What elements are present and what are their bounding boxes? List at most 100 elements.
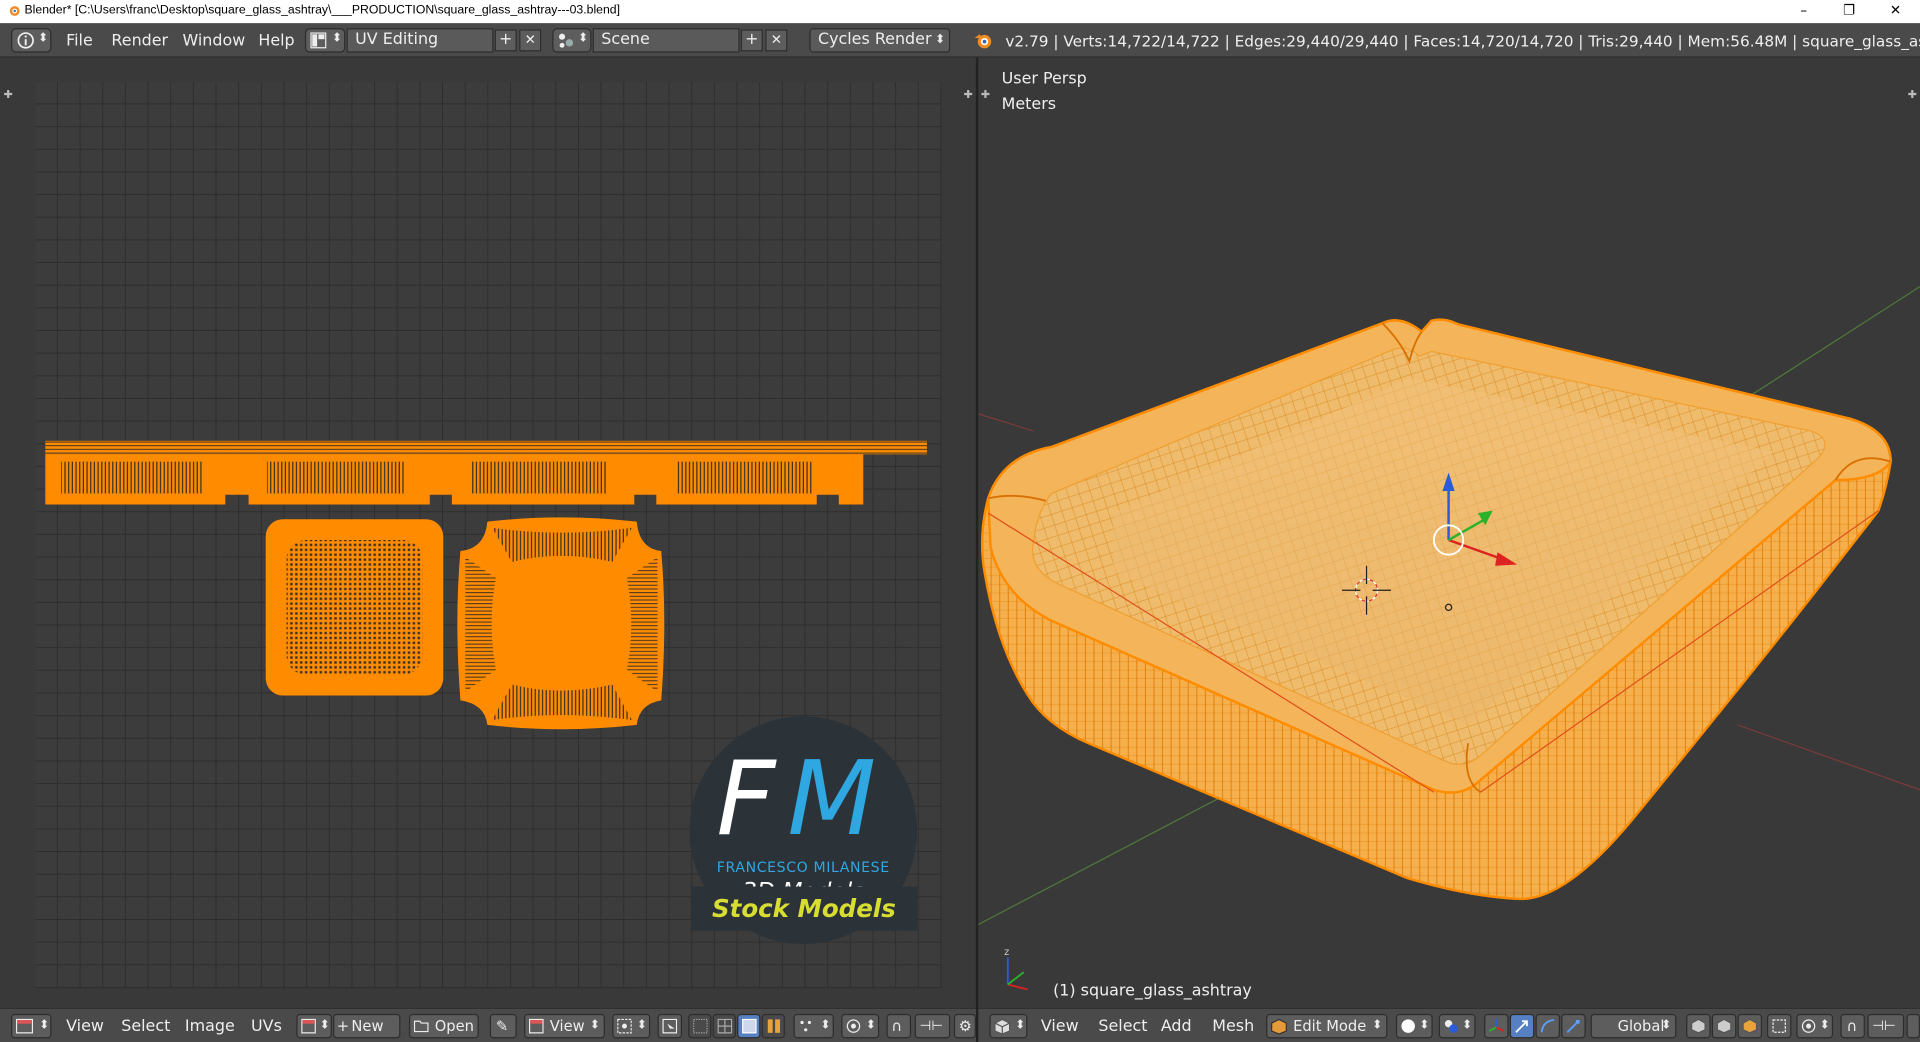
maximize-button[interactable]: ❐ [1827, 0, 1871, 23]
scene-field[interactable]: Scene [592, 28, 740, 53]
blender-logo-icon [9, 6, 20, 16]
close-button[interactable]: ✕ [1873, 0, 1917, 23]
open-image-button[interactable]: Open [408, 1013, 479, 1039]
scene-selector-button[interactable]: ⬍ [552, 28, 592, 53]
minimize-button[interactable]: – [1782, 0, 1826, 23]
vertex-select-button[interactable] [688, 1013, 712, 1039]
edge-select-icon [717, 1018, 733, 1034]
3d-view-icon [994, 1018, 1011, 1035]
vertex-select-mode-button[interactable] [1686, 1013, 1711, 1039]
menu-help[interactable]: Help [258, 32, 294, 50]
snap-element-dropdown[interactable]: ⊣⊢ [914, 1013, 951, 1039]
blender-window: Blender* [C:\Users\franc\Desktop\square_… [0, 0, 1920, 1042]
watermark-m: M [787, 738, 877, 859]
menu-file[interactable]: File [66, 32, 93, 50]
editor-type-info-button[interactable]: ⬍ [11, 28, 52, 53]
browse-image-button[interactable]: ⬍ [296, 1013, 332, 1039]
pivot-point-dropdown[interactable]: ⬍ [1438, 1013, 1476, 1039]
watermark-author: FRANCESCO MILANESE [716, 858, 890, 876]
screen-layout-field[interactable]: UV Editing [346, 28, 494, 53]
updown-icon: ⬍ [577, 31, 589, 46]
solid-shading-icon [1401, 1019, 1415, 1033]
updown-icon: ⬍ [820, 1018, 831, 1033]
face-mode-icon [1742, 1018, 1758, 1034]
menu-window[interactable]: Window [182, 32, 245, 50]
snap-target-dropdown[interactable]: ⊣⊢ [1867, 1013, 1905, 1039]
updown-icon: ⬍ [636, 1018, 648, 1033]
menu-render[interactable]: Render [111, 32, 168, 50]
overflow-button[interactable] [1906, 1013, 1920, 1039]
edit-mode-icon [1271, 1018, 1287, 1035]
rotate-manipulator-button[interactable] [1535, 1013, 1561, 1039]
updown-icon: ⬍ [331, 31, 343, 46]
magnet-icon: ∩ [891, 1017, 903, 1035]
interaction-mode-dropdown[interactable]: Edit Mode ⬍ [1266, 1013, 1388, 1039]
editor-type-3d-button[interactable]: ⬍ [989, 1013, 1028, 1039]
transform-orientation-dropdown[interactable]: Global ⬍ [1590, 1013, 1677, 1039]
updown-icon: ⬍ [935, 33, 946, 47]
vertex-mode-icon [1691, 1018, 1706, 1034]
uv-image-editor[interactable]: ✚ ✚ F M FRANCESCO MILANESE Stock Models [0, 57, 976, 1008]
face-select-mode-button[interactable] [1737, 1013, 1763, 1039]
sticky-select-icon [800, 1020, 811, 1032]
limit-selection-button[interactable] [1766, 1013, 1792, 1039]
add-screen-button[interactable]: + [494, 29, 517, 52]
add-scene-button[interactable]: + [740, 29, 763, 52]
manipulator-icon [1488, 1018, 1505, 1032]
3d-viewport[interactable]: ✚ ✚ User Persp Meters z (1) square_glass… [978, 57, 1920, 1008]
island-select-button[interactable] [761, 1013, 785, 1039]
info-header: ⬍ File Render Window Help ⬍ UV Editing +… [0, 23, 1920, 58]
scale-icon [1566, 1020, 1580, 1033]
proportional-editing-icon [1801, 1019, 1816, 1033]
delete-scene-button[interactable]: ✕ [765, 29, 788, 52]
active-object-label: (1) square_glass_ashtray [1053, 982, 1252, 1001]
pin-icon: ✎ [495, 1017, 509, 1035]
viewport-menu-mesh[interactable]: Mesh [1212, 1018, 1254, 1036]
uv-editor-header: ⬍ View Select Image UVs ⬍ + New Open ✎ Vi… [0, 1007, 976, 1042]
proportional-edit-dropdown[interactable]: ⬍ [841, 1013, 880, 1039]
sync-selection-button[interactable] [657, 1013, 683, 1039]
uv-menu-select[interactable]: Select [121, 1018, 170, 1036]
image-icon [301, 1018, 316, 1034]
proportional-editing-dropdown[interactable]: ⬍ [1796, 1013, 1834, 1039]
updown-icon: ⬍ [1419, 1018, 1430, 1033]
snap-button[interactable]: ∩ [1840, 1013, 1865, 1039]
window-title: Blender* [C:\Users\franc\Desktop\square_… [24, 3, 621, 18]
edge-select-button[interactable] [712, 1013, 736, 1039]
snap-toggle-button[interactable]: ∩ [886, 1013, 912, 1039]
uv-menu-uvs[interactable]: UVs [251, 1018, 282, 1036]
svg-text:z: z [1004, 947, 1009, 958]
face-select-icon [742, 1018, 757, 1034]
overflow-button[interactable]: ⚙ [953, 1013, 976, 1039]
viewport-menu-view[interactable]: View [1041, 1018, 1079, 1036]
magnet-icon: ∩ [1846, 1017, 1858, 1035]
viewport-menu-select[interactable]: Select [1098, 1018, 1147, 1036]
viewport-menu-add[interactable]: Add [1161, 1018, 1192, 1036]
render-engine-dropdown[interactable]: Cycles Render ⬍ [809, 28, 951, 53]
proportional-edit-icon [846, 1019, 861, 1033]
face-select-button[interactable] [737, 1013, 761, 1039]
sticky-selection-dropdown[interactable]: ⬍ [793, 1013, 834, 1039]
uv-menu-view[interactable]: View [66, 1018, 104, 1036]
watermark-f: F [716, 738, 776, 859]
scene-stats: v2.79 | Verts:14,722/14,722 | Edges:29,4… [1005, 31, 1920, 51]
editor-type-image-button[interactable]: ⬍ [11, 1013, 52, 1039]
manipulator-toggle-button[interactable] [1484, 1013, 1509, 1039]
new-image-button[interactable]: + New [333, 1013, 401, 1039]
delete-screen-button[interactable]: ✕ [519, 29, 542, 52]
pin-image-button[interactable]: ✎ [489, 1013, 517, 1039]
folder-icon [413, 1020, 429, 1033]
updown-icon: ⬍ [1372, 1018, 1383, 1033]
vertex-select-icon [693, 1018, 708, 1034]
gear-icon: ⚙ [958, 1017, 972, 1035]
translate-manipulator-button[interactable] [1509, 1013, 1535, 1039]
scale-manipulator-button[interactable] [1561, 1013, 1586, 1039]
viewport-shading-dropdown[interactable]: ⬍ [1395, 1013, 1433, 1039]
snap-element-icon: ⊣⊢ [919, 1017, 944, 1034]
uv-menu-image[interactable]: Image [185, 1018, 235, 1036]
view-mode-dropdown[interactable]: View ⬍ [524, 1013, 605, 1039]
pivot-dropdown[interactable]: ⬍ [612, 1013, 651, 1039]
edge-select-mode-button[interactable] [1711, 1013, 1737, 1039]
x-axis-line [978, 413, 1034, 432]
screen-layout-button[interactable]: ⬍ [304, 28, 346, 53]
